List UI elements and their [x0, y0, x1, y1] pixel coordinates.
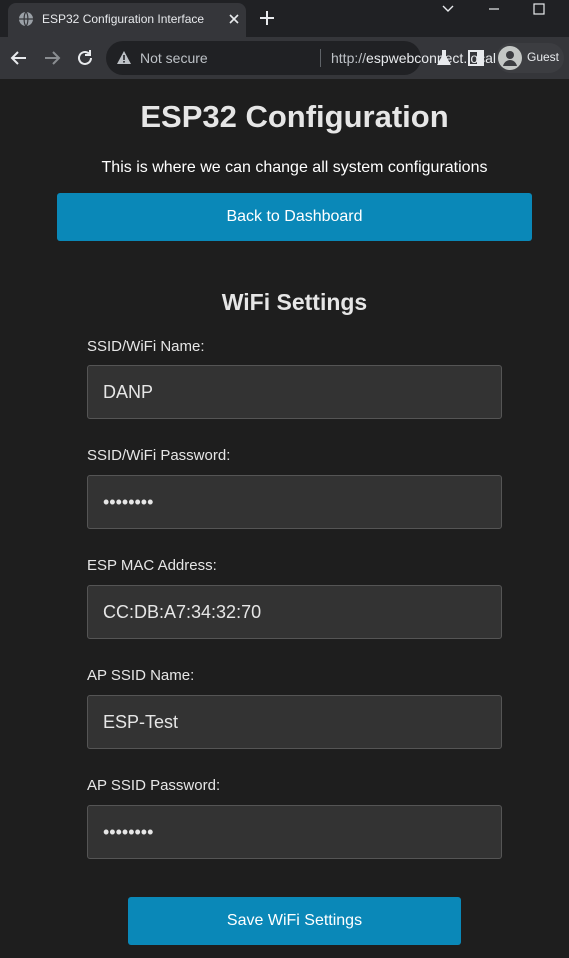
- forward-arrow-icon[interactable]: [42, 48, 62, 68]
- ap-ssid-name-label: AP SSID Name:: [87, 667, 195, 684]
- person-icon: [503, 51, 517, 66]
- wifi-password-label: SSID/WiFi Password:: [87, 447, 231, 464]
- wifi-password-input[interactable]: ••••••••: [87, 475, 502, 529]
- page-content: ESP32 Configuration This is where we can…: [0, 79, 569, 958]
- chevron-down-icon[interactable]: [439, 2, 457, 16]
- ap-ssid-password-label: AP SSID Password:: [87, 777, 221, 794]
- warning-icon[interactable]: [116, 50, 132, 66]
- not-secure-label: Not secure: [140, 50, 208, 66]
- minimize-icon[interactable]: [485, 2, 503, 16]
- reload-icon[interactable]: [75, 48, 95, 68]
- flask-icon[interactable]: [434, 48, 454, 68]
- browser-toolbar: Not secure http://espwebconnect.local...…: [0, 37, 569, 79]
- ap-ssid-password-input[interactable]: ••••••••: [87, 805, 502, 859]
- close-icon[interactable]: [226, 11, 242, 27]
- ssid-label: SSID/WiFi Name:: [87, 338, 205, 355]
- side-panel-icon[interactable]: [466, 48, 486, 68]
- address-bar[interactable]: Not secure http://espwebconnect.local...: [106, 41, 501, 75]
- tab-title: ESP32 Configuration Interface: [42, 12, 205, 26]
- new-tab-plus-icon[interactable]: [258, 9, 276, 27]
- browser-tab[interactable]: ESP32 Configuration Interface: [8, 3, 246, 37]
- ssid-input[interactable]: DANP: [87, 365, 502, 419]
- browser-tab-strip: ESP32 Configuration Interface: [0, 0, 569, 37]
- profile-button[interactable]: Guest: [496, 43, 564, 73]
- mac-address-label: ESP MAC Address:: [87, 557, 217, 574]
- back-arrow-icon[interactable]: [9, 48, 29, 68]
- ap-ssid-name-input[interactable]: ESP-Test: [87, 695, 502, 749]
- back-to-dashboard-button[interactable]: Back to Dashboard: [57, 193, 532, 241]
- mac-address-input[interactable]: CC:DB:A7:34:32:70: [87, 585, 502, 639]
- divider: [320, 49, 321, 67]
- profile-label: Guest: [527, 50, 560, 64]
- maximize-icon[interactable]: [530, 2, 548, 16]
- globe-icon: [19, 11, 33, 27]
- page-subtitle: This is where we can change all system c…: [101, 159, 488, 176]
- avatar: [498, 46, 522, 70]
- save-wifi-settings-button[interactable]: Save WiFi Settings: [128, 897, 461, 945]
- page-title: ESP32 Configuration: [140, 99, 449, 134]
- section-title: WiFi Settings: [221, 289, 368, 315]
- url-scheme: http://: [331, 50, 367, 66]
